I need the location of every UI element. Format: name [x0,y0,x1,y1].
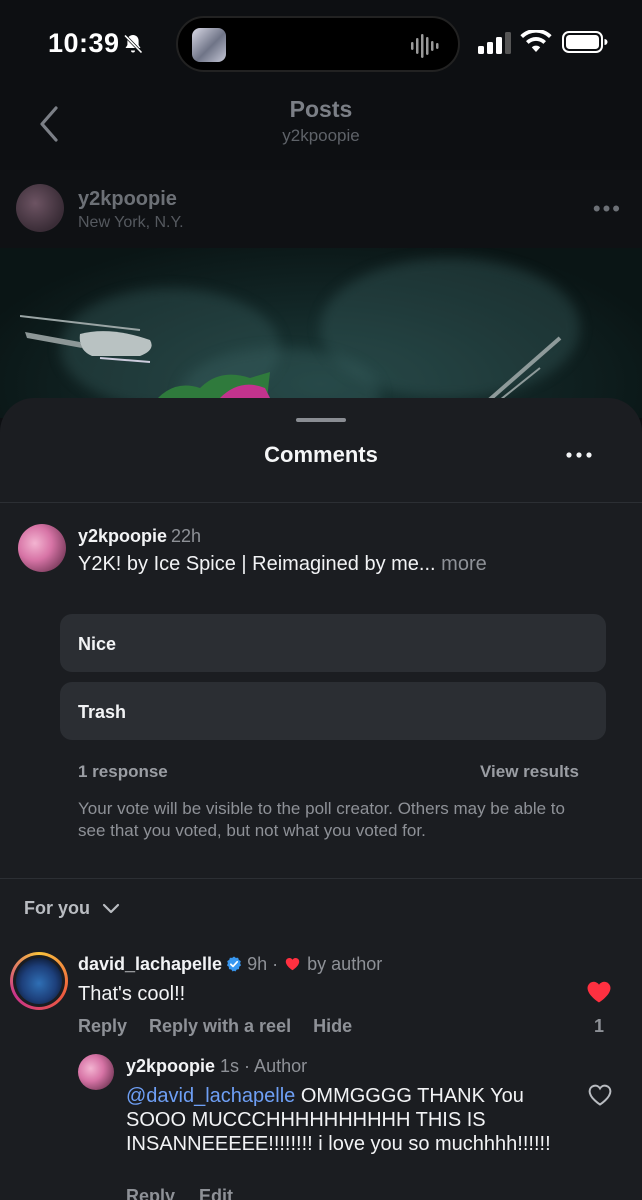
divider [0,878,642,879]
post-location[interactable]: New York, N.Y. [78,214,184,232]
dynamic-island[interactable] [176,16,460,72]
caption-username-row: y2kpoopie 22h [78,526,201,547]
more-icon[interactable]: ••• [593,196,622,222]
divider [0,502,642,503]
comment-username[interactable]: david_lachapelle [78,954,222,974]
comment-filter-dropdown[interactable]: For you [24,898,90,919]
chevron-down-icon[interactable] [102,902,120,916]
poll-option-trash[interactable]: Trash [60,682,606,740]
caption-text-row: Y2K! by Ice Spice | Reimagined by me... … [78,553,487,576]
comment-actions: Reply Reply with a reel Hide [78,1016,374,1037]
like-count[interactable]: 1 [594,1016,604,1037]
heart-icon[interactable] [588,1084,612,1106]
more-icon[interactable] [562,444,596,466]
sheet-grabber[interactable] [296,418,346,422]
comments-sheet: Comments y2kpoopie 22h Y2K! by Ice Spice … [0,398,642,1200]
verified-badge-icon [227,956,242,972]
sheet-title: Comments [264,442,378,467]
status-time: 10:39 [48,28,120,58]
heart-icon [285,958,300,971]
now-playing-artwork [192,28,226,62]
reply-button[interactable]: Reply [126,1186,175,1200]
comment-text: That's cool!! [78,983,186,1005]
page-title: Posts [289,96,353,122]
comment-header: david_lachapelle 9h · by author [78,954,382,975]
reply-header: y2kpoopie 1s · Author [126,1056,307,1077]
reply-with-reel-button[interactable]: Reply with a reel [149,1016,291,1036]
status-bar: 10:39 [0,0,642,88]
signal-icon [478,32,511,54]
reply-username[interactable]: y2kpoopie [126,1056,215,1076]
avatar[interactable] [16,184,64,232]
view-results-button[interactable]: View results [480,762,579,782]
hide-button[interactable]: Hide [313,1016,352,1036]
helicopter-graphic [20,315,152,363]
post-image [0,248,642,418]
bell-slash-icon [123,34,143,54]
reply-time: 1s · Author [220,1056,308,1076]
caption-username[interactable]: y2kpoopie [78,526,167,546]
caption-more-link[interactable]: more [441,553,487,575]
post-author-row[interactable]: y2kpoopie New York, N.Y. ••• [0,170,642,248]
audio-wave-icon [411,34,439,58]
post-username[interactable]: y2kpoopie [78,188,177,211]
avatar[interactable] [16,958,62,1004]
liked-by-author-label: by author [307,954,383,974]
caption-text: Y2K! by Ice Spice | Reimagined by me... [78,553,436,575]
reply-text-block: @david_lachapelle OMMGGGG THANK You SOOO… [126,1084,566,1156]
story-ring[interactable] [10,952,68,1010]
edit-button[interactable]: Edit [199,1186,233,1200]
reply-button[interactable]: Reply [78,1016,127,1036]
page-subtitle: y2kpoopie [282,126,360,145]
avatar[interactable] [78,1054,114,1090]
poll-visibility-note: Your vote will be visible to the poll cr… [78,799,565,840]
reply-actions: Reply Edit [126,1186,257,1200]
poll-option-nice[interactable]: Nice [60,614,606,672]
heart-icon[interactable] [586,980,612,1004]
poll-response-count: 1 response [78,762,168,781]
avatar[interactable] [18,524,66,572]
caption-time: 22h [171,526,202,546]
mention-link[interactable]: @david_lachapelle [126,1085,295,1107]
comment-time: 9h · [247,954,279,974]
post-header: Posts y2kpoopie [0,88,642,168]
battery-icon [562,31,608,53]
wifi-icon [520,30,552,52]
